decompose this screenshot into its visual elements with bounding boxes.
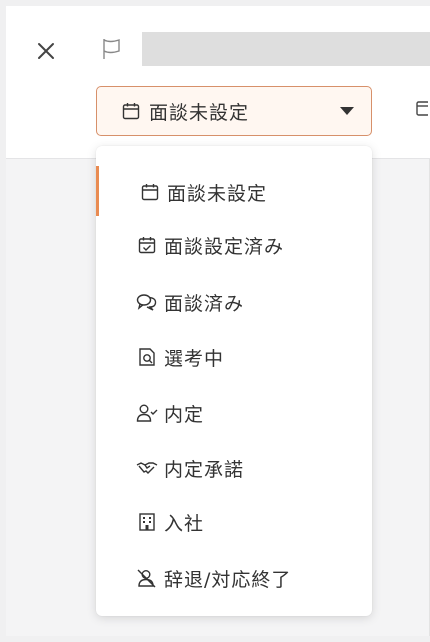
menu-item-offer[interactable]: 内定 bbox=[96, 387, 372, 437]
user-off-icon bbox=[136, 567, 158, 589]
menu-item-label: 面談済み bbox=[164, 293, 245, 315]
flag-icon bbox=[103, 39, 120, 59]
menu-item-offer-accepted[interactable]: 内定承諾 bbox=[96, 442, 372, 492]
menu-item-interviewed[interactable]: 面談済み bbox=[96, 276, 372, 326]
document-search-icon bbox=[136, 346, 158, 368]
flag-button[interactable] bbox=[96, 34, 126, 64]
close-icon bbox=[38, 43, 54, 59]
menu-item-unscheduled[interactable]: 面談未設定 bbox=[96, 166, 372, 216]
calendar-icon bbox=[139, 181, 161, 203]
menu-item-in-selection[interactable]: 選考中 bbox=[96, 331, 372, 381]
menu-item-declined[interactable]: 辞退/対応終了 bbox=[96, 552, 372, 602]
menu-item-label: 面談未設定 bbox=[167, 183, 268, 205]
detail-panel: 面談未設定 面談未設定 面談設定済み 面談済み 選考中 内定 内定承諾 入社 辞… bbox=[6, 6, 430, 636]
menu-item-joined[interactable]: 入社 bbox=[96, 496, 372, 546]
calendar-check-icon bbox=[136, 234, 158, 256]
menu-item-scheduled[interactable]: 面談設定済み bbox=[96, 219, 372, 269]
handshake-icon bbox=[136, 457, 158, 479]
menu-item-label: 選考中 bbox=[164, 348, 225, 370]
user-check-icon bbox=[136, 402, 158, 424]
chevron-down-icon bbox=[340, 107, 354, 115]
status-dropdown-menu: 面談未設定 面談設定済み 面談済み 選考中 内定 内定承諾 入社 辞退/対応終了 bbox=[96, 146, 372, 616]
menu-item-label: 内定 bbox=[164, 404, 205, 426]
menu-item-label: 面談設定済み bbox=[164, 236, 285, 258]
panel-header: 面談未設定 bbox=[6, 6, 430, 159]
building-icon bbox=[136, 511, 158, 533]
candidate-name-placeholder bbox=[142, 32, 430, 66]
menu-item-label: 内定承諾 bbox=[164, 459, 245, 481]
menu-item-label: 辞退/対応終了 bbox=[164, 569, 292, 591]
menu-item-label: 入社 bbox=[164, 513, 205, 535]
close-button[interactable] bbox=[31, 36, 61, 66]
status-dropdown[interactable]: 面談未設定 bbox=[96, 86, 372, 136]
status-dropdown-value: 面談未設定 bbox=[149, 101, 250, 124]
calendar-icon bbox=[121, 101, 141, 121]
partial-calendar-icon[interactable] bbox=[416, 100, 428, 118]
chat-bubbles-icon bbox=[136, 291, 158, 313]
